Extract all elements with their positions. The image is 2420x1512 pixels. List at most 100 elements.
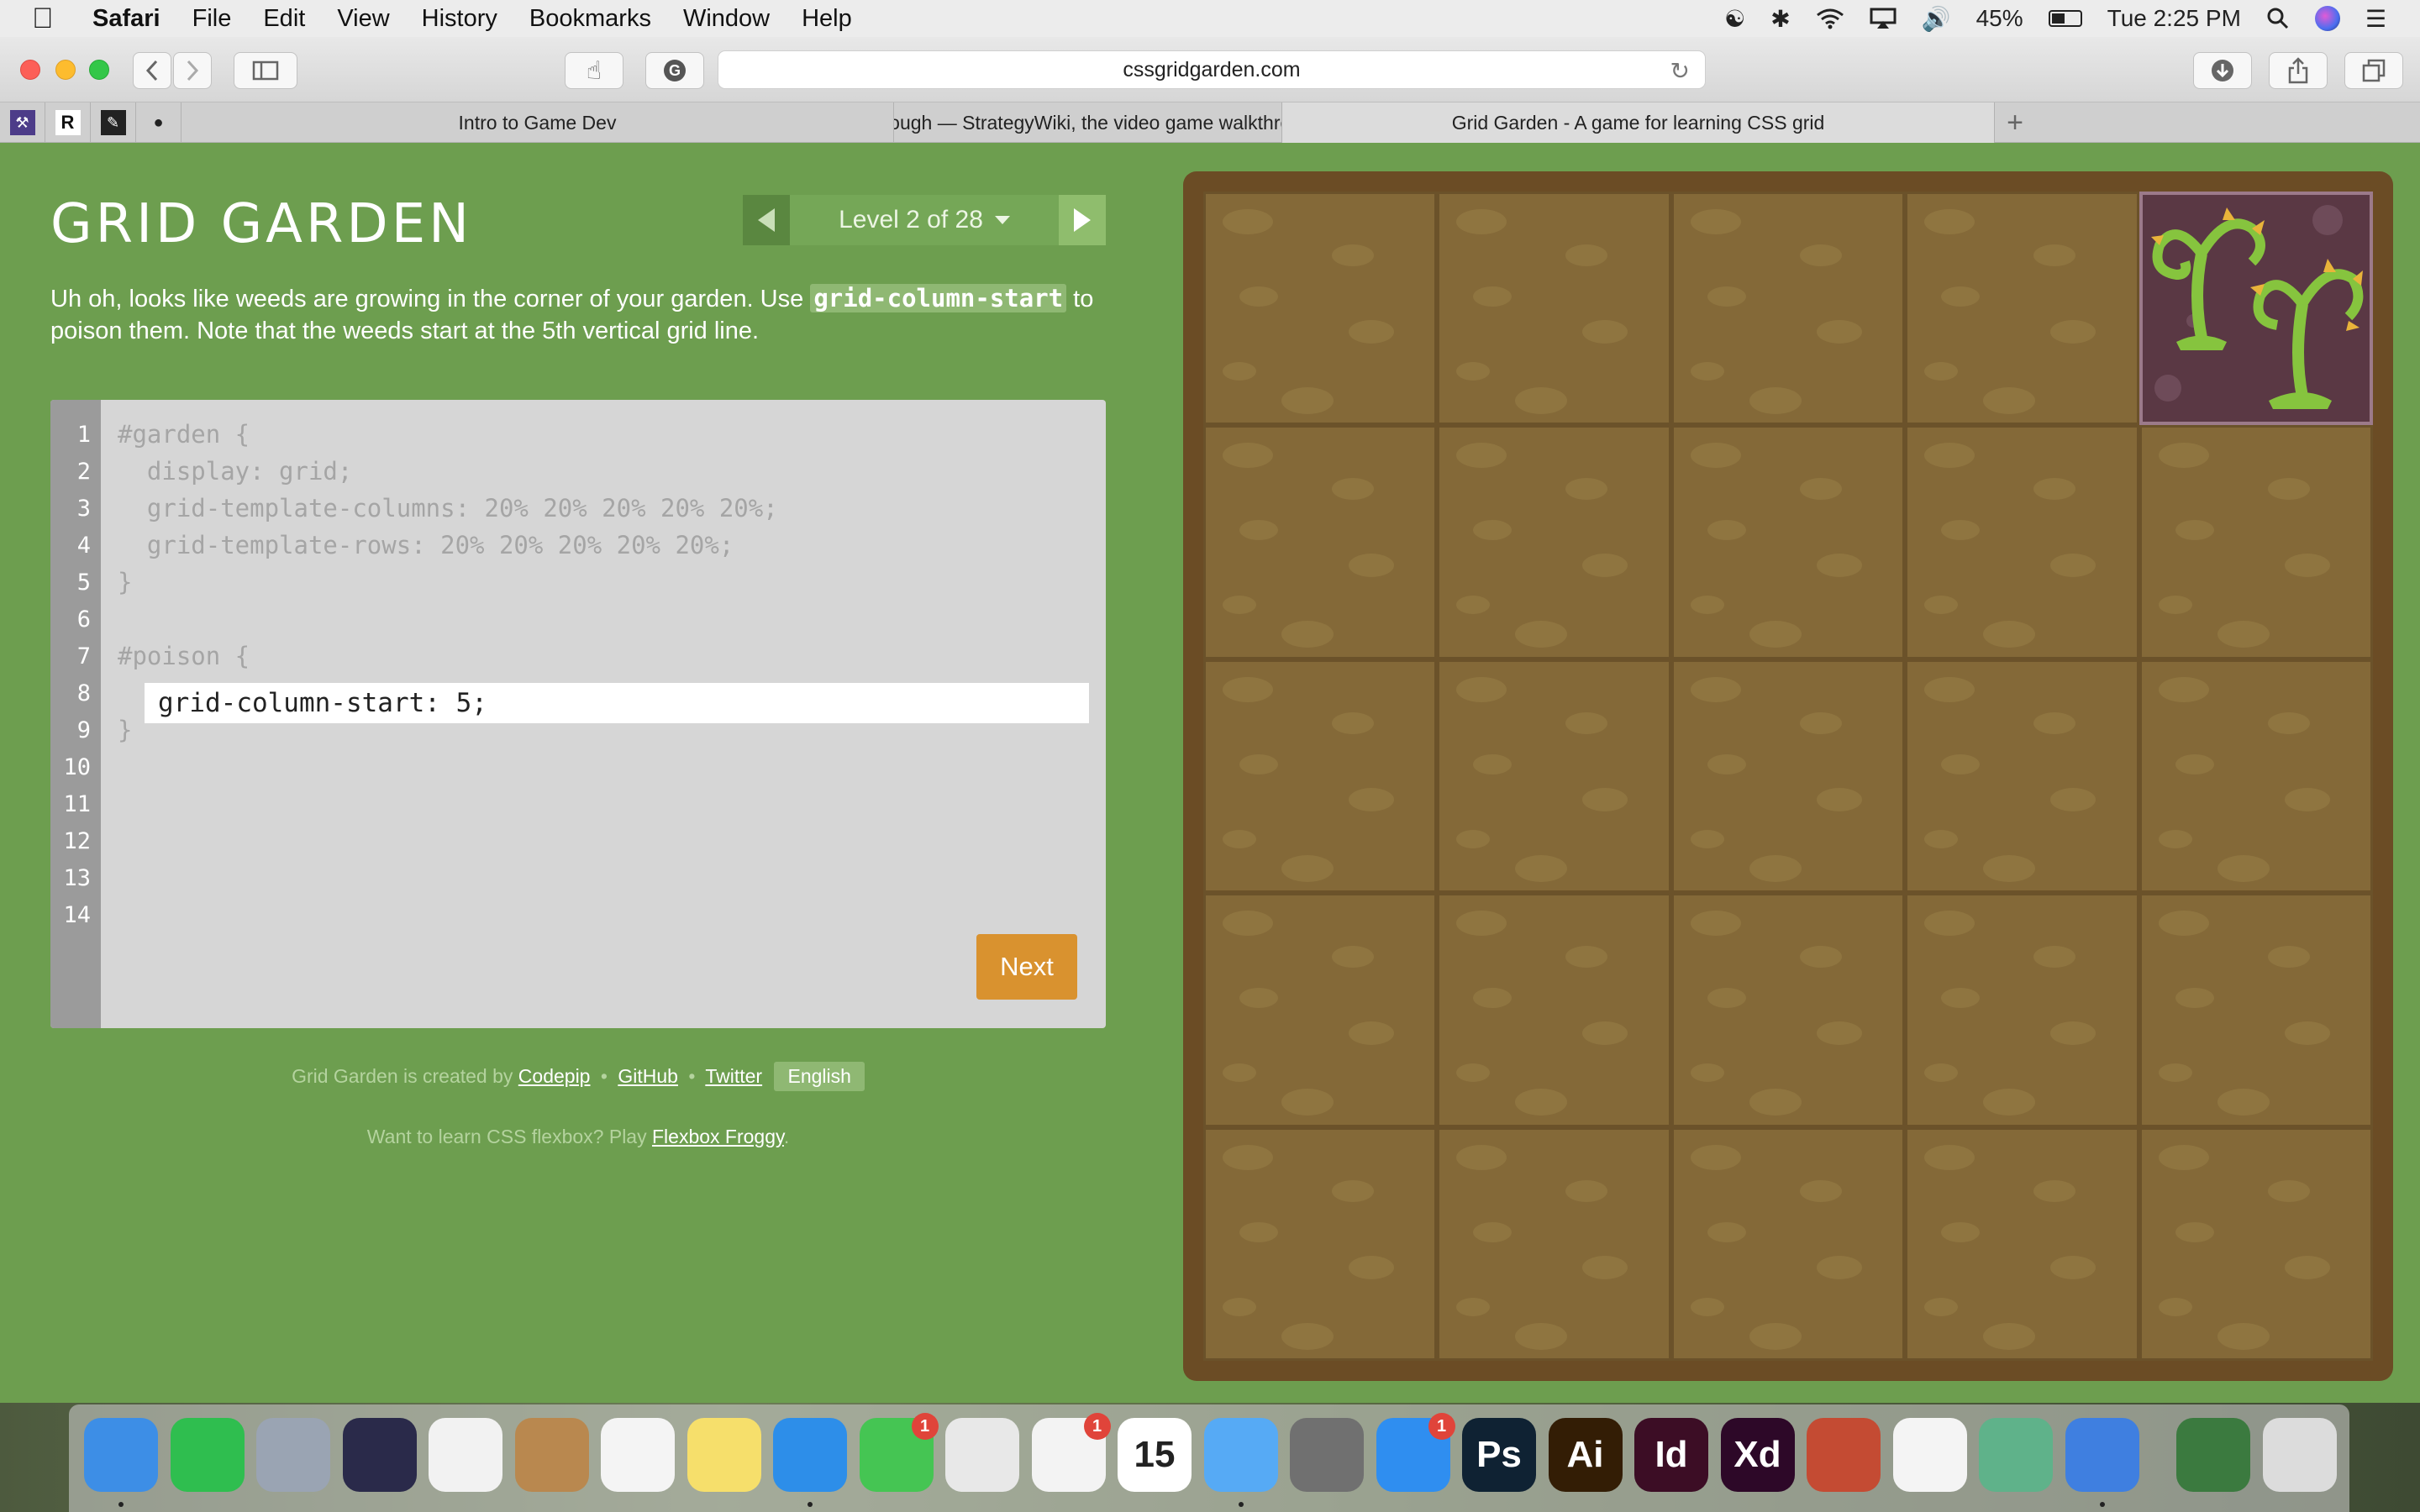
- caret-down-icon: [994, 216, 1010, 224]
- soil-stone: [2284, 554, 2330, 578]
- menu-view[interactable]: View: [337, 5, 389, 33]
- menu-window[interactable]: Window: [683, 5, 770, 33]
- app-store-icon[interactable]: 1: [1376, 1413, 1455, 1492]
- battery-icon[interactable]: [2048, 10, 2082, 27]
- chrome-canary-icon[interactable]: [2065, 1418, 2139, 1492]
- soil-stone: [1816, 320, 1862, 344]
- chrome-icon[interactable]: [945, 1418, 1019, 1492]
- itunes-icon[interactable]: [429, 1418, 502, 1492]
- pinned-tab-3[interactable]: ✎: [91, 102, 136, 143]
- launchpad-icon[interactable]: [256, 1418, 330, 1492]
- creative-cloud-icon[interactable]: ☯: [1724, 5, 1745, 33]
- sketchup-icon[interactable]: [1807, 1418, 1881, 1492]
- messages-icon[interactable]: [1203, 1418, 1278, 1492]
- safari-icon[interactable]: [773, 1418, 847, 1492]
- tab-overview-button[interactable]: [2344, 52, 2403, 89]
- indesign-icon[interactable]: Id: [1634, 1418, 1708, 1492]
- minimize-window-button[interactable]: [55, 60, 76, 80]
- soil-stone: [2175, 753, 2214, 774]
- level-selector[interactable]: Level 2 of 28: [790, 195, 1059, 245]
- flexbox-froggy-link[interactable]: Flexbox Froggy: [652, 1126, 784, 1147]
- next-level-button[interactable]: [1059, 195, 1106, 245]
- line-number: 10: [63, 754, 91, 780]
- share-button[interactable]: [2269, 52, 2328, 89]
- back-button[interactable]: [133, 52, 171, 89]
- dock-icon-label: Ps: [1476, 1434, 1522, 1475]
- downloads-button[interactable]: [2193, 52, 2252, 89]
- reload-icon[interactable]: ↻: [1670, 57, 1690, 85]
- clock[interactable]: Tue 2:25 PM: [2107, 5, 2241, 32]
- sidebar-toggle-button[interactable]: [234, 52, 297, 89]
- soil-stone: [1941, 1221, 1981, 1242]
- grammarly-button[interactable]: G: [645, 52, 704, 89]
- next-button[interactable]: Next: [976, 934, 1077, 1000]
- photos-icon[interactable]: 1: [1031, 1413, 1111, 1492]
- soil-stone: [1281, 621, 1334, 648]
- spotlight-search-icon[interactable]: [2266, 7, 2290, 30]
- menu-app-name[interactable]: Safari: [92, 5, 160, 33]
- previous-level-button[interactable]: [743, 195, 790, 245]
- soil-stone: [1983, 387, 2036, 414]
- whatsapp-icon[interactable]: [170, 1418, 245, 1492]
- volume-icon[interactable]: 🔊: [1922, 5, 1951, 33]
- photoshop-icon[interactable]: Ps: [1462, 1418, 1536, 1492]
- soil-stone: [1816, 1255, 1862, 1279]
- bluetooth-icon[interactable]: ✱: [1770, 5, 1790, 33]
- garden-plot: [1905, 192, 2139, 426]
- calendar-date-icon[interactable]: 15: [1118, 1418, 1192, 1492]
- soil-stone: [1332, 946, 1374, 969]
- facetime-icon[interactable]: 1: [859, 1413, 939, 1492]
- pinned-tab-4[interactable]: ●: [136, 102, 182, 143]
- extension-button[interactable]: ☝: [565, 52, 623, 89]
- address-bar[interactable]: cssgridgarden.com ↻: [718, 50, 1706, 89]
- siri-icon[interactable]: [342, 1418, 417, 1492]
- forward-button[interactable]: [173, 52, 212, 89]
- tab-intro-game-dev[interactable]: Intro to Game Dev: [182, 102, 894, 143]
- menu-help[interactable]: Help: [802, 5, 852, 33]
- contacts-icon[interactable]: [514, 1418, 589, 1492]
- illustrator-icon[interactable]: Ai: [1548, 1418, 1623, 1492]
- new-tab-button[interactable]: +: [1995, 102, 2035, 143]
- soil-stone: [1515, 387, 1568, 414]
- soil-stone: [1239, 988, 1278, 1009]
- notification-center-icon[interactable]: ☰: [2365, 5, 2386, 33]
- codepip-link[interactable]: Codepip: [518, 1065, 591, 1087]
- tab-joust-walkthrough[interactable]: Joust/Walkthrough — StrategyWiki, the vi…: [894, 102, 1282, 143]
- atom-icon[interactable]: [1979, 1418, 2053, 1492]
- pinned-tab-2[interactable]: R: [45, 102, 91, 143]
- menu-bookmarks[interactable]: Bookmarks: [529, 5, 651, 33]
- twitter-link[interactable]: Twitter: [705, 1065, 762, 1087]
- xd-icon[interactable]: Xd: [1720, 1418, 1795, 1492]
- calendar-icon[interactable]: [601, 1418, 675, 1492]
- fullscreen-window-button[interactable]: [89, 60, 109, 80]
- code-input[interactable]: [145, 683, 1089, 723]
- notes-icon[interactable]: [687, 1418, 761, 1492]
- language-selector[interactable]: English: [774, 1062, 865, 1091]
- siri-icon[interactable]: [2314, 6, 2340, 31]
- finder-icon[interactable]: [84, 1418, 158, 1492]
- menu-history[interactable]: History: [422, 5, 497, 33]
- notification-badge: 1: [911, 1413, 939, 1440]
- soil-stone: [1515, 621, 1568, 648]
- dock-icon-label: Xd: [1733, 1434, 1781, 1475]
- utility-app-icon[interactable]: [2176, 1418, 2250, 1492]
- code-line: #garden {: [118, 420, 250, 449]
- soil-stone: [2158, 443, 2209, 469]
- airplay-icon[interactable]: [1870, 8, 1897, 29]
- sidebar-icon: [252, 60, 279, 81]
- menu-edit[interactable]: Edit: [263, 5, 305, 33]
- menu-file[interactable]: File: [192, 5, 232, 33]
- soil-stone: [1924, 443, 1975, 469]
- trash-icon[interactable]: [2262, 1418, 2337, 1492]
- github-link[interactable]: GitHub: [618, 1065, 678, 1087]
- soil-stone: [1473, 753, 1512, 774]
- soil-stone: [1565, 478, 1608, 501]
- tab-grid-garden[interactable]: Grid Garden - A game for learning CSS gr…: [1282, 102, 1995, 143]
- apple-menu-icon[interactable]: : [32, 3, 62, 35]
- soil-stone: [1924, 829, 1959, 848]
- gamemaker-icon[interactable]: [1892, 1418, 1967, 1492]
- system-preferences-icon[interactable]: [1290, 1418, 1364, 1492]
- close-window-button[interactable]: [20, 60, 40, 80]
- pinned-tab-1[interactable]: ⚒: [0, 102, 45, 143]
- wifi-icon[interactable]: [1816, 8, 1844, 29]
